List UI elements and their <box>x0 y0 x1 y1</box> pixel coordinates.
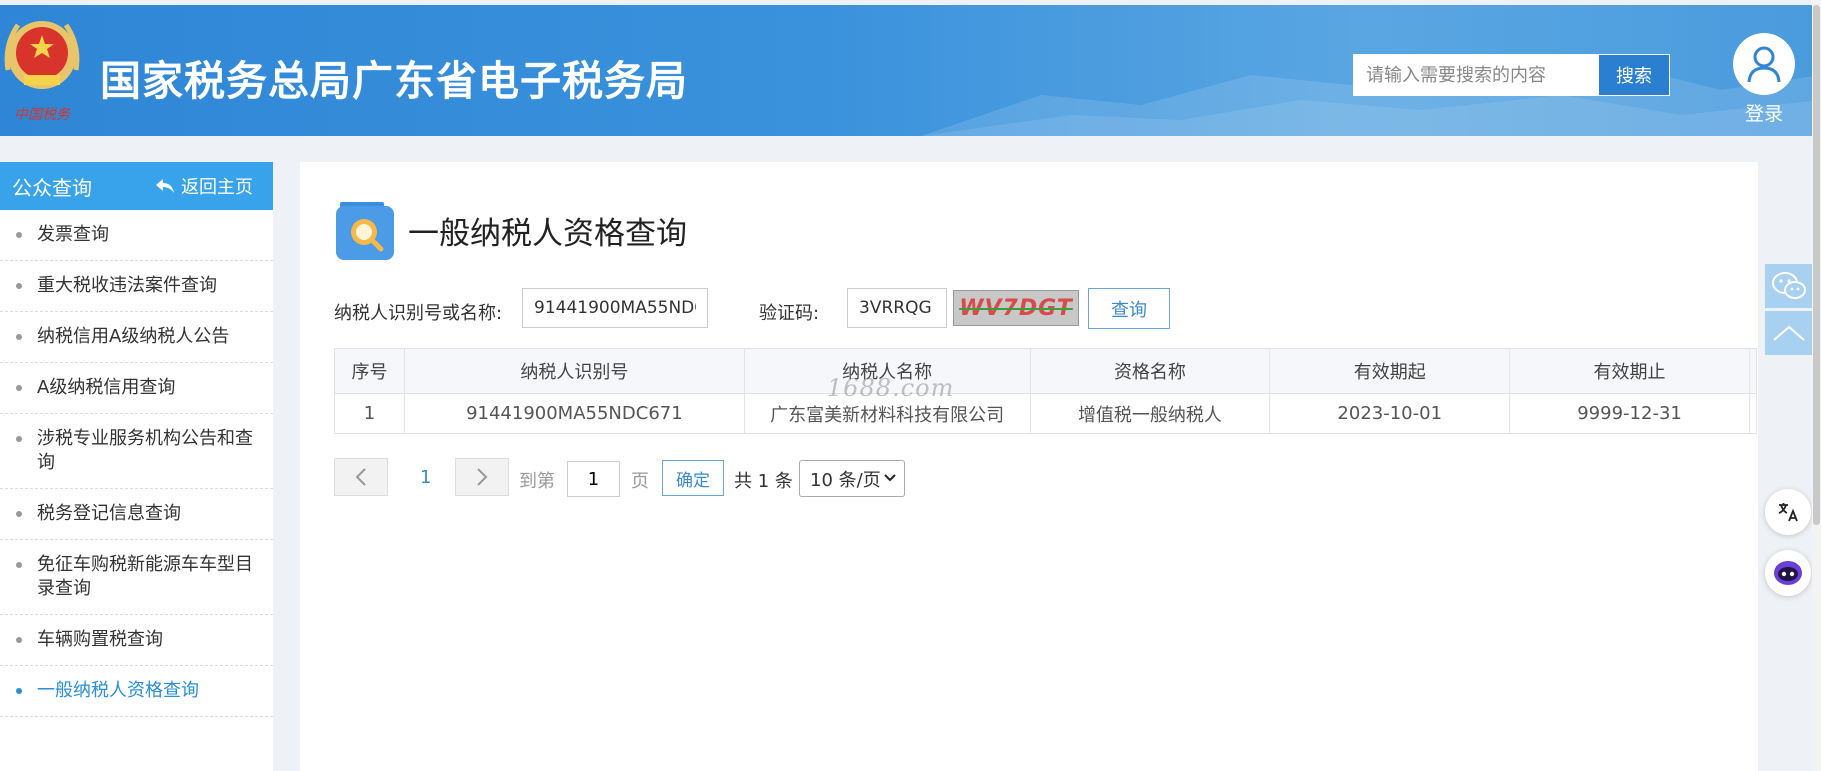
column-header-qualification: 资格名称 <box>1029 348 1271 394</box>
sidebar-item-vehicle-tax[interactable]: 车辆购置税查询 <box>0 615 273 666</box>
cell-index: 1 <box>334 393 405 434</box>
cell-qualification: 增值税一般纳税人 <box>1029 393 1271 434</box>
back-home-label: 返回主页 <box>181 177 253 198</box>
site-header: 中国税务 国家税务总局广东省电子税务局 搜索 登录 <box>0 5 1821 136</box>
sidebar-item-ev-catalog[interactable]: 免征车购税新能源车车型目录查询 <box>0 540 273 615</box>
taxpayer-id-label: 纳税人识别号或名称: <box>334 303 503 324</box>
wechat-float-button[interactable] <box>1765 264 1813 308</box>
cell-taxpayer-id: 91441900MA55NDC671 <box>403 393 745 434</box>
table-header-row: 序号 纳税人识别号 纳税人名称 资格名称 有效期起 有效期止 <box>334 348 1758 394</box>
goto-page-input[interactable] <box>567 461 620 497</box>
column-header-valid-to: 有效期止 <box>1509 348 1750 394</box>
main-panel: 一般纳税人资格查询 纳税人识别号或名称: 验证码: WV7DGT 查询 序号 纳… <box>300 162 1758 771</box>
chevron-down-icon <box>884 474 896 482</box>
search-document-icon <box>336 202 394 260</box>
taxpayer-id-input[interactable] <box>522 288 708 328</box>
user-avatar-icon <box>1733 33 1795 95</box>
bot-icon <box>1774 561 1802 585</box>
search-input[interactable] <box>1353 54 1598 96</box>
back-to-top-button[interactable] <box>1765 311 1813 355</box>
sidebar: 公众查询 返回主页 发票查询 重大税收违法案件查询 纳税信用A级纳税人公告 A级… <box>0 162 273 771</box>
sidebar-item-a-credit-query[interactable]: A级纳税信用查询 <box>0 363 273 414</box>
tax-emblem-logo: 中国税务 <box>4 21 80 123</box>
login-label: 登录 <box>1744 103 1783 125</box>
cell-spacer <box>1748 393 1758 434</box>
column-header-index: 序号 <box>334 348 405 394</box>
sidebar-item-invoice-query[interactable]: 发票查询 <box>0 210 273 261</box>
translate-icon <box>1778 503 1798 522</box>
sidebar-title: 公众查询 <box>12 175 92 200</box>
search-button[interactable]: 搜索 <box>1598 54 1670 96</box>
goto-label: 到第 <box>519 471 555 492</box>
chevron-right-icon <box>477 468 488 486</box>
assistant-bot-button[interactable] <box>1765 550 1811 596</box>
sidebar-item-tax-registration[interactable]: 税务登记信息查询 <box>0 489 273 540</box>
column-header-valid-from: 有效期起 <box>1269 348 1511 394</box>
page-title: 一般纳税人资格查询 <box>408 216 687 252</box>
cell-valid-to: 9999-12-31 <box>1509 393 1750 434</box>
confirm-page-button[interactable]: 确定 <box>662 460 724 496</box>
captcha-label: 验证码: <box>759 303 820 324</box>
scrollbar-thumb[interactable] <box>1813 5 1820 525</box>
sidebar-item-a-credit-announcement[interactable]: 纳税信用A级纳税人公告 <box>0 312 273 363</box>
chevron-up-icon <box>1773 325 1805 341</box>
column-header-spacer <box>1748 348 1758 394</box>
result-table: 序号 纳税人识别号 纳税人名称 资格名称 有效期起 有效期止 1 9144190… <box>334 348 1758 434</box>
wechat-icon <box>1772 272 1806 299</box>
next-page-button[interactable] <box>455 458 509 496</box>
page-size-value: 10 条/页 <box>810 469 881 491</box>
query-button[interactable]: 查询 <box>1088 288 1170 329</box>
back-home-link[interactable]: 返回主页 <box>155 173 253 199</box>
back-arrow-icon <box>156 179 174 193</box>
translate-button[interactable] <box>1765 489 1811 535</box>
sidebar-header: 公众查询 返回主页 <box>0 162 273 210</box>
current-page-number[interactable]: 1 <box>420 467 431 488</box>
svg-text:中国税务: 中国税务 <box>14 107 71 123</box>
captcha-input[interactable] <box>847 288 947 328</box>
prev-page-button[interactable] <box>334 458 388 496</box>
site-title: 国家税务总局广东省电子税务局 <box>100 57 688 105</box>
table-row: 1 91441900MA55NDC671 广东富美新材料科技有限公司 增值税一般… <box>334 393 1758 434</box>
sidebar-item-major-tax-violation[interactable]: 重大税收违法案件查询 <box>0 261 273 312</box>
watermark-text: 1688.com <box>827 374 955 402</box>
sidebar-item-general-taxpayer[interactable]: 一般纳税人资格查询 <box>0 666 273 717</box>
cell-valid-from: 2023-10-01 <box>1269 393 1511 434</box>
column-header-taxpayer-id: 纳税人识别号 <box>403 348 745 394</box>
total-count: 共 1 条 <box>734 471 793 492</box>
page-size-select[interactable]: 10 条/页 <box>799 460 905 497</box>
login-button[interactable]: 登录 <box>1730 33 1798 126</box>
chevron-left-icon <box>355 468 366 486</box>
captcha-image[interactable]: WV7DGT <box>953 290 1079 326</box>
page-unit-label: 页 <box>631 471 649 492</box>
sidebar-item-tax-service-agency[interactable]: 涉税专业服务机构公告和查询 <box>0 414 273 489</box>
page-scrollbar[interactable] <box>1812 0 1821 771</box>
